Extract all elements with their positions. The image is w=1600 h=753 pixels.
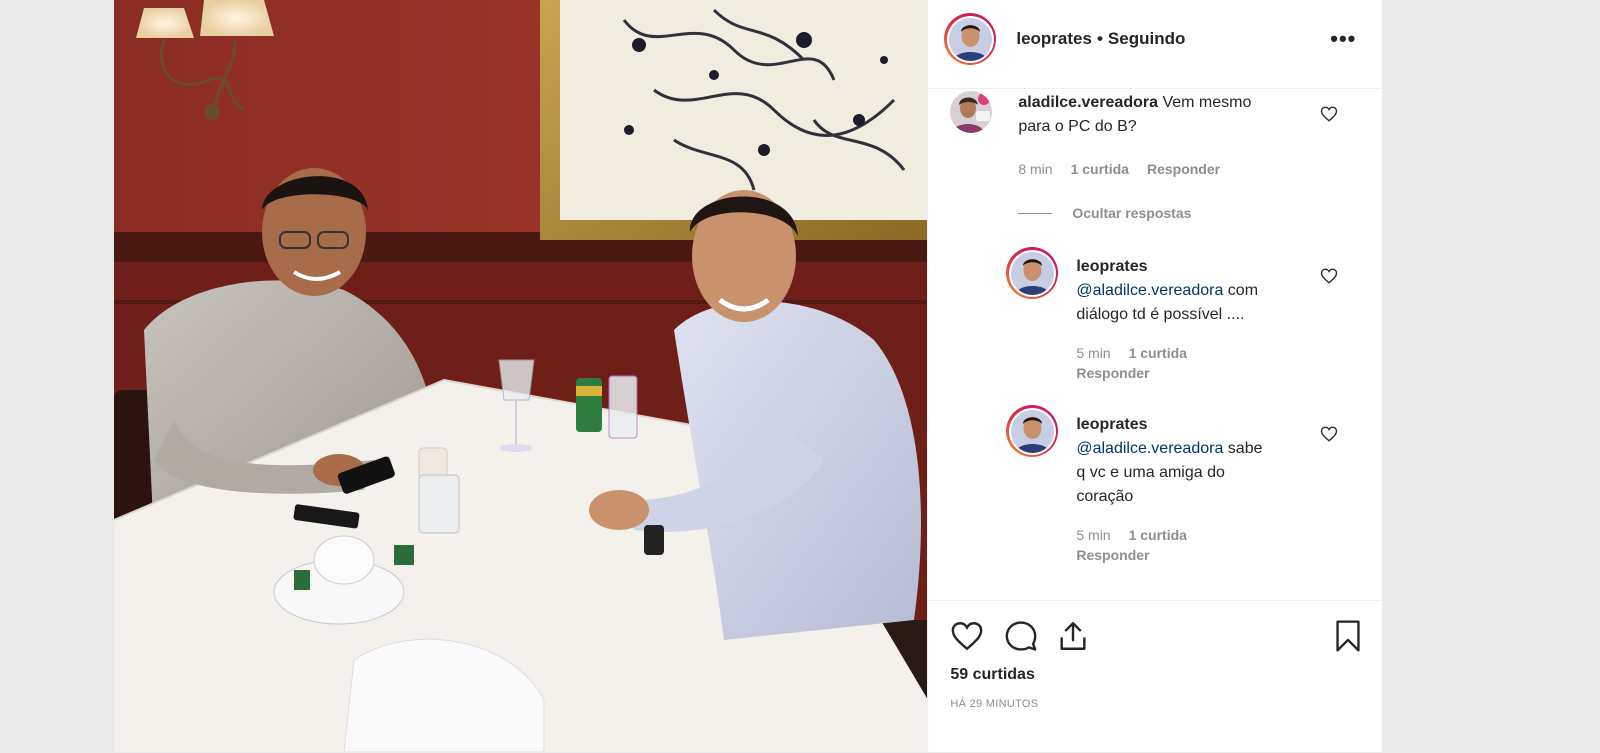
more-options-button[interactable]: •••: [1330, 28, 1356, 50]
header-username[interactable]: leoprates: [1016, 29, 1092, 48]
reply-button[interactable]: Responder: [1147, 161, 1220, 177]
commenter-avatar[interactable]: [950, 91, 993, 133]
reply-likes[interactable]: 1 curtida: [1129, 527, 1187, 543]
comments-list: aladilce.vereadora Vem mesmo para o PC d…: [928, 89, 1382, 599]
hide-replies-line: [1018, 212, 1053, 214]
reply-text-line2: q vc e uma amiga do: [1076, 464, 1225, 481]
hide-replies-label: Ocultar respostas: [1072, 205, 1192, 221]
reply-avatar-image: [1010, 409, 1054, 453]
reply-like-heart-icon[interactable]: [1320, 267, 1338, 285]
post-side-panel: leoprates • Seguindo ••• aladilce.vereador…: [927, 0, 1383, 753]
comment-meta: 8 min 1 curtida Responder: [1018, 159, 1238, 179]
reply-age: 5 min: [1076, 345, 1111, 361]
post-photo[interactable]: [114, 0, 928, 752]
reply-button[interactable]: Responder: [1076, 547, 1149, 563]
comment-like-heart-icon[interactable]: [1320, 105, 1338, 123]
reply-age: 5 min: [1076, 527, 1111, 543]
comment-text-line1: Vem mesmo: [1162, 94, 1252, 111]
reply-body: leoprates @aladilce.vereadora sabe q vc …: [1076, 413, 1316, 509]
reply-username[interactable]: leoprates: [1076, 416, 1147, 433]
comment-username[interactable]: aladilce.vereadora: [1018, 94, 1158, 111]
likes-count[interactable]: 59 curtidas: [950, 666, 1034, 684]
reply-likes[interactable]: 1 curtida: [1129, 345, 1187, 361]
heart-icon[interactable]: [950, 619, 984, 653]
reply-avatar-image: [1010, 251, 1054, 295]
avatar-image: [948, 17, 992, 61]
reply-text-line2: diálogo td é possível ....: [1076, 306, 1245, 323]
mention-link[interactable]: @aladilce.vereadora: [1076, 282, 1223, 299]
reply-avatar[interactable]: [1006, 405, 1059, 457]
comment-bubble-icon[interactable]: [1004, 619, 1038, 653]
reply-like-heart-icon[interactable]: [1320, 425, 1338, 443]
reply-username[interactable]: leoprates: [1076, 258, 1147, 275]
share-upload-icon[interactable]: [1056, 619, 1090, 653]
mention-link[interactable]: @aladilce.vereadora: [1076, 440, 1223, 457]
follow-status[interactable]: Seguindo: [1108, 29, 1185, 48]
reply-text-line1: @aladilce.vereadora com: [1076, 282, 1259, 299]
comment-likes[interactable]: 1 curtida: [1071, 161, 1129, 177]
reply-body: leoprates @aladilce.vereadora com diálog…: [1076, 255, 1316, 327]
header-user-line: leoprates • Seguindo: [1016, 29, 1185, 49]
reply-meta: 5 min 1 curtida Responder: [1076, 343, 1296, 383]
reply-meta: 5 min 1 curtida Responder: [1076, 525, 1296, 565]
profile-avatar[interactable]: [944, 13, 997, 65]
comment-body: aladilce.vereadora Vem mesmo para o PC d…: [1018, 91, 1308, 139]
post-actions: 59 curtidas HÁ 29 MINUTOS: [928, 600, 1383, 753]
restaurant-photo: [114, 0, 928, 752]
reply-text-line1: @aladilce.vereadora sabe: [1076, 440, 1263, 457]
reply-avatar[interactable]: [1006, 247, 1059, 299]
comment-text-line2: para o PC do B?: [1018, 118, 1137, 135]
hide-replies-button[interactable]: Ocultar respostas: [1018, 205, 1191, 221]
instagram-post: leoprates • Seguindo ••• aladilce.vereador…: [114, 0, 1383, 753]
comment-age: 8 min: [1018, 161, 1053, 177]
bookmark-icon[interactable]: [1332, 619, 1364, 653]
reply-button[interactable]: Responder: [1076, 365, 1149, 381]
post-header: leoprates • Seguindo •••: [928, 0, 1383, 89]
post-timestamp[interactable]: HÁ 29 MINUTOS: [950, 698, 1038, 710]
header-separator: •: [1096, 29, 1103, 48]
reply-text-line3: coração: [1076, 488, 1134, 505]
